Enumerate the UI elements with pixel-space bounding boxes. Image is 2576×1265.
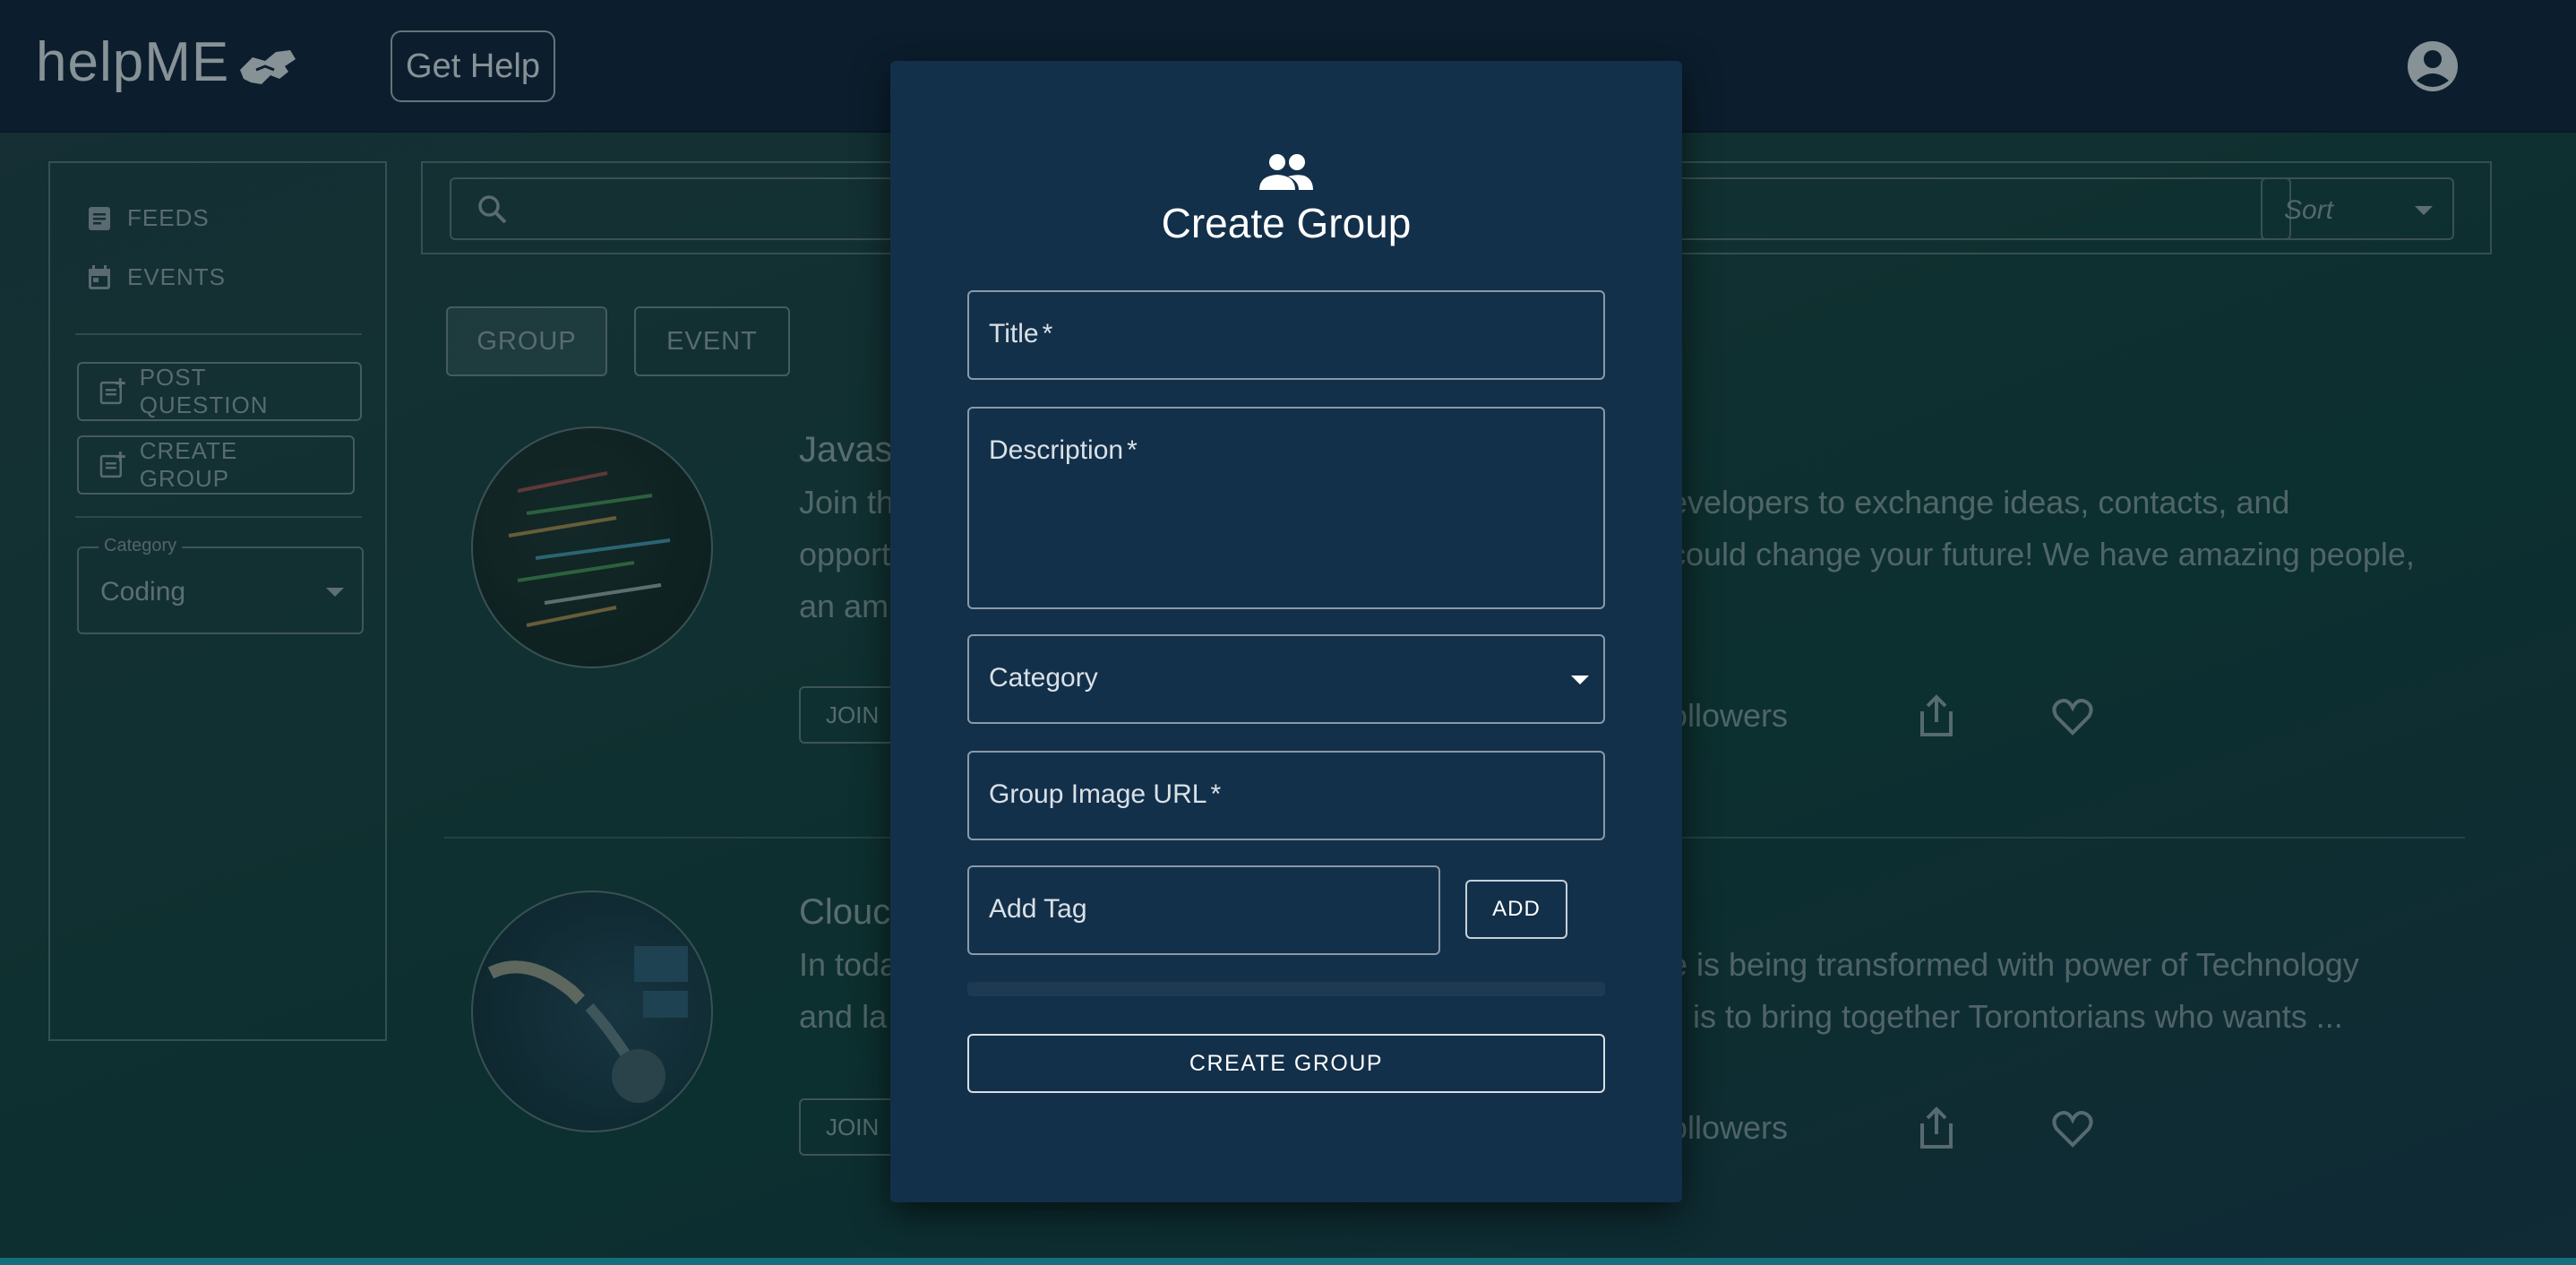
create-group-dialog: Create Group Title * Description * Categor… — [890, 61, 1682, 1202]
description-field-label: Description — [989, 435, 1124, 465]
title-field[interactable]: Title * — [967, 290, 1605, 380]
tag-list-area — [967, 982, 1605, 996]
add-tag-button[interactable]: ADD — [1465, 880, 1567, 939]
category-field[interactable]: Category — [967, 634, 1605, 724]
description-field[interactable]: Description * — [967, 407, 1605, 609]
title-field-label: Title — [989, 319, 1039, 349]
group-image-url-field[interactable]: Group Image URL * — [967, 751, 1605, 840]
add-tag-field-label: Add Tag — [989, 894, 1087, 924]
category-field-label: Category — [989, 663, 1098, 693]
image-url-field-label: Group Image URL — [989, 779, 1207, 809]
required-marker: * — [1042, 319, 1053, 349]
dialog-title: Create Group — [1161, 200, 1412, 246]
required-marker: * — [1210, 779, 1222, 809]
create-group-submit-button[interactable]: CREATE GROUP — [967, 1034, 1605, 1093]
group-icon — [1259, 154, 1313, 190]
add-tag-field[interactable]: Add Tag — [967, 865, 1440, 955]
dropdown-arrow-icon — [1571, 676, 1589, 684]
required-marker: * — [1127, 435, 1138, 465]
